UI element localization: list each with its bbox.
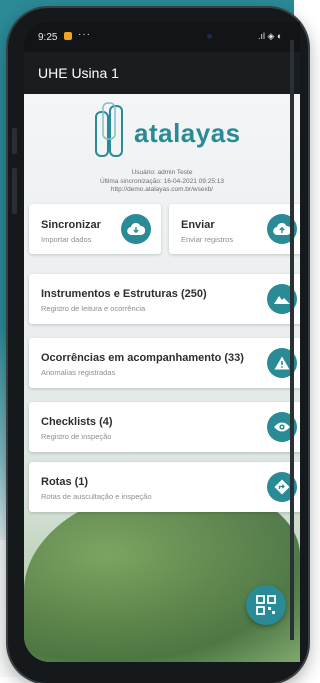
instruments-title: Instrumentos e Estruturas (250) — [41, 288, 207, 300]
sync-info: Usuário: admin Teste Última sincronizaçã… — [24, 169, 300, 195]
server-url-label: http://demo.atalayas.com.br/wsexb/ — [110, 186, 214, 193]
routes-subtitle: Rotas de auscultação e inspeção — [41, 492, 152, 501]
main-content: atalayas Usuário: admin Teste Última sin… — [24, 94, 300, 662]
send-title: Enviar — [181, 219, 215, 231]
volume-button — [12, 128, 17, 154]
brand-logo: atalayas — [94, 102, 244, 160]
more-notifications-icon: ··· — [78, 29, 91, 40]
logo-text: atalayas — [134, 118, 241, 148]
send-subtitle: Enviar registros — [181, 235, 234, 244]
phone-edge — [290, 40, 294, 640]
occurrences-subtitle: Anomalias registradas — [41, 368, 116, 377]
routes-title: Rotas (1) — [41, 476, 89, 488]
user-label: Usuário: admin Teste — [131, 169, 193, 176]
sync-card[interactable]: Sincronizar Importar dados — [29, 204, 161, 254]
clock: 9:25 — [38, 32, 58, 43]
routes-card[interactable]: Rotas (1) Rotas de auscultação e inspeçã… — [29, 462, 300, 512]
front-camera — [207, 34, 212, 39]
app-bar: UHE Usina 1 — [24, 52, 300, 94]
logo-mark-icon — [95, 102, 123, 157]
occurrences-card[interactable]: Ocorrências em acompanhamento (33) Anoma… — [29, 338, 300, 388]
system-status-icons: .ıl ◈ ◐ — [258, 31, 283, 41]
power-button — [12, 168, 17, 214]
checklists-card[interactable]: Checklists (4) Registro de inspeção — [29, 402, 300, 452]
instruments-subtitle: Registro de leitura e ocorrência — [41, 304, 146, 313]
last-sync-label: Última sincronização: 16-04-2021 09:25:1… — [100, 177, 224, 185]
app-title: UHE Usina 1 — [38, 65, 119, 81]
checklists-title: Checklists (4) — [41, 416, 113, 428]
sync-subtitle: Importar dados — [41, 235, 92, 244]
qr-scan-button[interactable] — [246, 585, 286, 625]
notification-icon — [64, 32, 72, 40]
instruments-card[interactable]: Instrumentos e Estruturas (250) Registro… — [29, 274, 300, 324]
checklists-subtitle: Registro de inspeção — [41, 432, 112, 441]
qr-code-icon — [256, 595, 276, 615]
sync-title: Sincronizar — [41, 219, 101, 231]
cloud-download-icon[interactable] — [121, 214, 151, 244]
phone-screen: 9:25 ··· .ıl ◈ ◐ UHE Usina 1 atalayas Us… — [24, 22, 300, 662]
status-bar: 9:25 ··· .ıl ◈ ◐ — [24, 22, 300, 52]
send-card[interactable]: Enviar Enviar registros — [169, 204, 300, 254]
occurrences-title: Ocorrências em acompanhamento (33) — [41, 352, 244, 364]
